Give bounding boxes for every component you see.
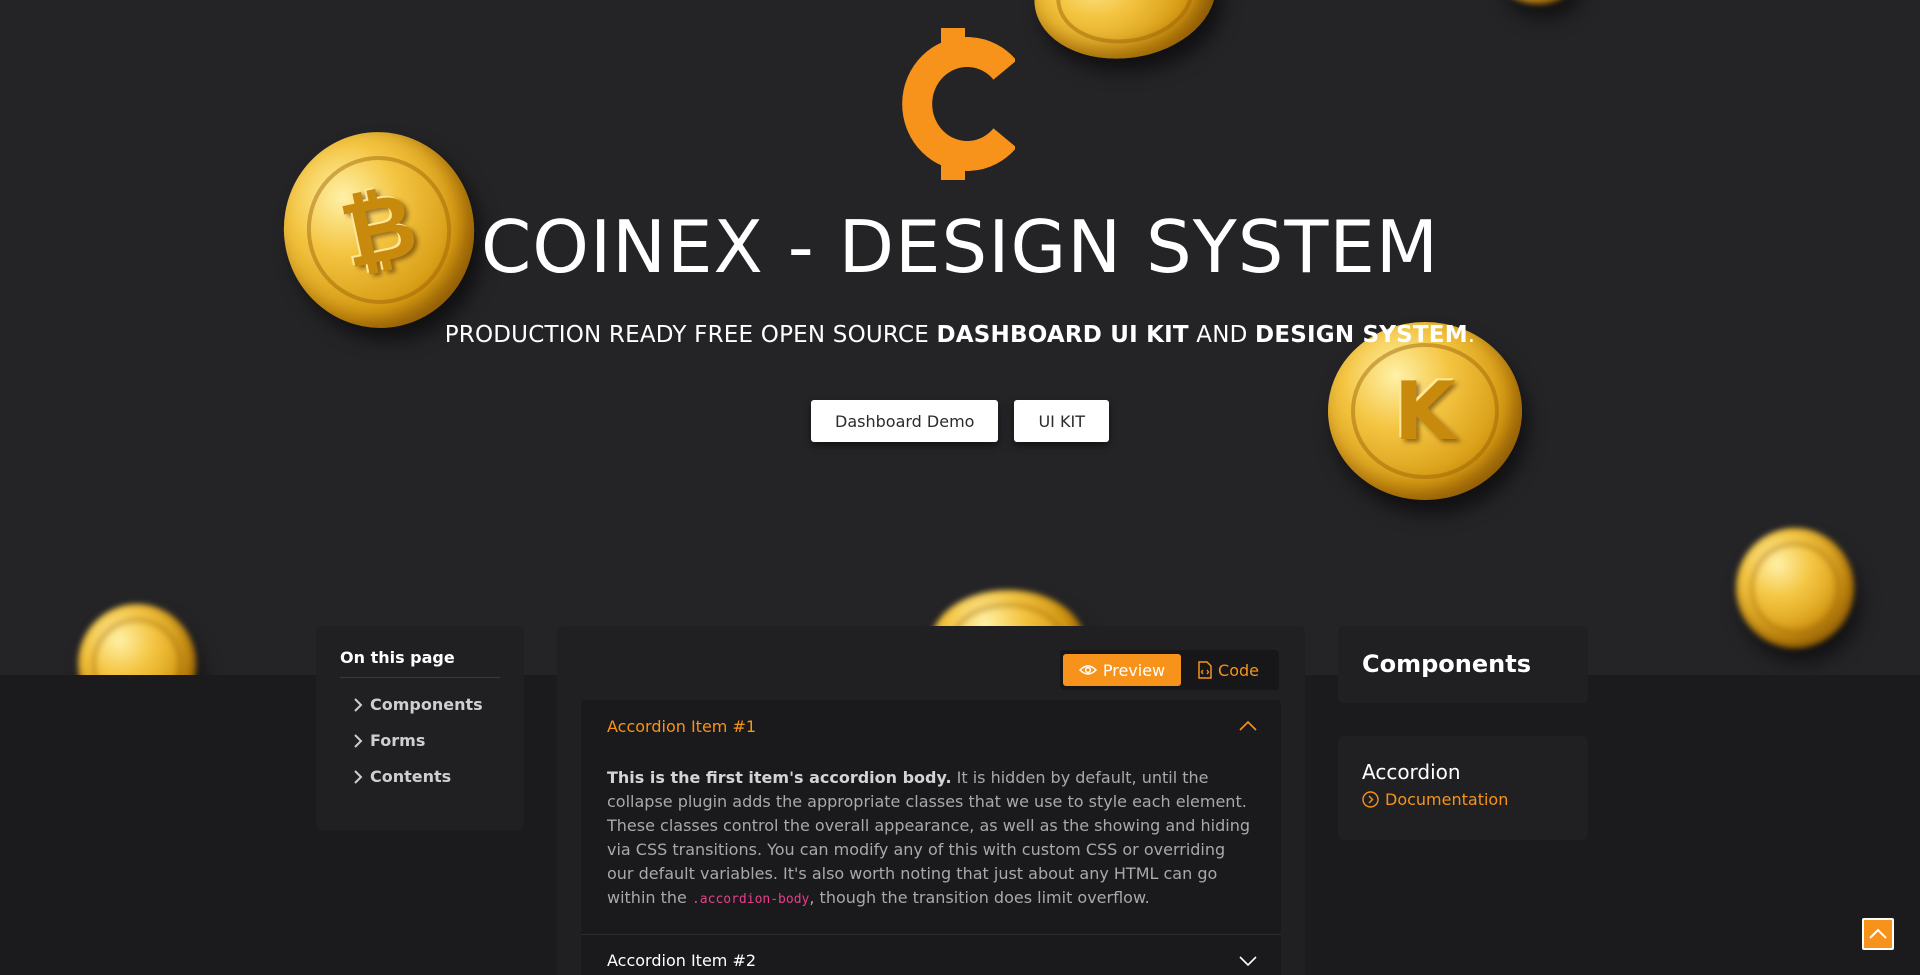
on-this-page-nav: On this page Components Forms Contents [316, 626, 524, 830]
coinex-logo-icon [902, 28, 1015, 180]
accordion-item-2-title: Accordion Item #2 [607, 951, 757, 970]
code-file-icon [1198, 661, 1212, 679]
subtitle-text: PRODUCTION READY FREE OPEN SOURCE [444, 322, 937, 348]
accordion-heading: Accordion [1362, 760, 1461, 784]
subtitle-bold-kit: DASHBOARD UI KIT [936, 322, 1189, 348]
view-toggle: Preview Code [1060, 650, 1279, 690]
preview-tab-button[interactable]: Preview [1063, 654, 1181, 686]
chevron-right-icon [354, 769, 363, 784]
coin-top-right-image [1500, 0, 1576, 4]
chevron-right-icon [354, 697, 363, 712]
chevron-up-icon [1869, 928, 1887, 939]
chevron-up-icon [1239, 721, 1257, 731]
ui-kit-button[interactable]: UI KIT [1014, 400, 1109, 442]
hero-title: COINEX - DESIGN SYSTEM [481, 205, 1439, 289]
code-tab-button[interactable]: Code [1181, 654, 1276, 686]
hero-subtitle: PRODUCTION READY FREE OPEN SOURCE DASHBO… [0, 322, 1920, 348]
components-heading: Components [1362, 650, 1531, 678]
coin-top-image [1025, 0, 1225, 71]
documentation-link-label: Documentation [1385, 790, 1509, 809]
code-label: Code [1218, 660, 1259, 680]
hero-buttons: Dashboard Demo UI KIT [0, 400, 1920, 442]
toc-item-label: Forms [370, 731, 426, 750]
accordion-item-2-header[interactable]: Accordion Item #2 [581, 934, 1281, 975]
subtitle-text-and: AND [1188, 322, 1256, 348]
coin-right-blurred-image [1736, 528, 1854, 648]
toc-item-label: Contents [370, 767, 452, 786]
accordion-body-code: .accordion-body [691, 892, 810, 907]
coin-left-blurred-image [78, 604, 196, 675]
accordion-item-1-title: Accordion Item #1 [607, 716, 757, 736]
accordion-item-1-body: This is the first item's accordion body.… [581, 752, 1281, 934]
accordion-body-text: It is hidden by default, until the colla… [607, 768, 1251, 907]
eye-icon [1078, 665, 1097, 675]
circle-chevron-right-icon [1362, 791, 1379, 808]
documentation-link[interactable]: Documentation [1362, 790, 1564, 809]
component-preview-card: Preview Code Accordion Item #1 This is t… [557, 626, 1305, 975]
toc-title: On this page [340, 648, 500, 678]
chevron-down-icon [1239, 955, 1257, 966]
dashboard-demo-button[interactable]: Dashboard Demo [811, 400, 999, 442]
toc-item-contents[interactable]: Contents [340, 767, 500, 786]
components-heading-card: Components [1338, 626, 1588, 703]
hero-section: ₿ K COINEX - DESIGN SYSTEM PRODUCTION RE… [0, 0, 1920, 675]
toc-item-label: Components [370, 695, 483, 714]
accordion: Accordion Item #1 This is the first item… [581, 700, 1281, 975]
toc-item-forms[interactable]: Forms [340, 731, 500, 750]
accordion-body-end: , though the transition does limit overf… [809, 888, 1150, 907]
accordion-info-card: Accordion Documentation [1338, 736, 1588, 840]
preview-label: Preview [1102, 660, 1166, 680]
subtitle-period: . [1467, 322, 1476, 348]
toc-item-components[interactable]: Components [340, 695, 500, 714]
chevron-right-icon [354, 733, 363, 748]
subtitle-bold-design: DESIGN SYSTEM [1255, 322, 1468, 348]
accordion-body-strong: This is the first item's accordion body. [607, 768, 952, 787]
accordion-item-1-header[interactable]: Accordion Item #1 [581, 700, 1281, 752]
scroll-to-top-button[interactable] [1862, 918, 1894, 950]
